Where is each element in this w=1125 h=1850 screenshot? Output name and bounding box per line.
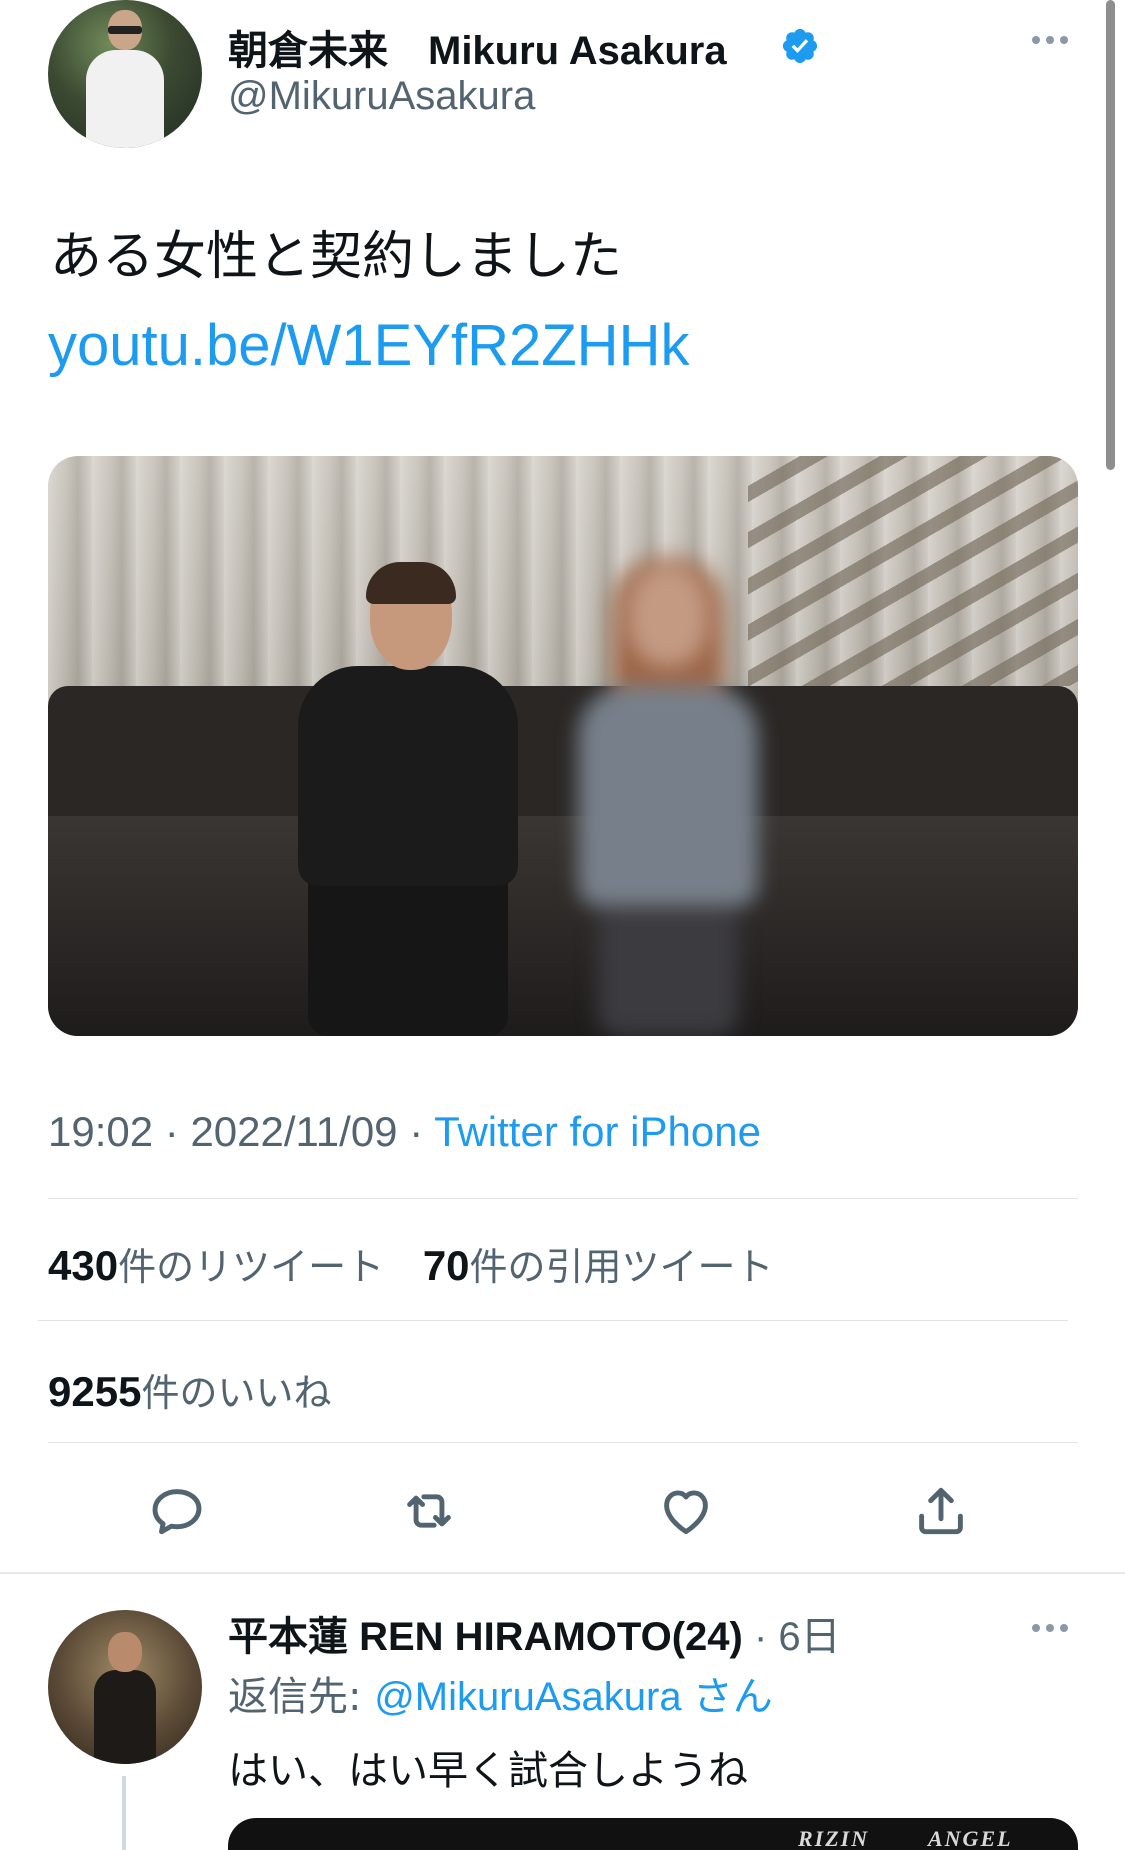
reply-to-prefix: 返信先:: [228, 1674, 375, 1720]
reply-author-name[interactable]: 平本蓮 REN HIRAMOTO(24): [228, 1615, 743, 1659]
tweet-time: 19:02: [48, 1108, 154, 1155]
quote-count: 70: [422, 1242, 470, 1289]
divider: [38, 1320, 1068, 1321]
like-count: 9255: [48, 1368, 142, 1415]
author-display-name[interactable]: 朝倉未来 Mikuru Asakura: [228, 18, 727, 76]
thread-line: [122, 1776, 126, 1850]
meta-separator: ·: [409, 1108, 424, 1155]
reply-to-suffix: さん: [681, 1675, 773, 1719]
reply-to-line: 返信先: @MikuruAsakura さん: [228, 1664, 773, 1722]
retweet-stats: 430件のリツイート 70件の引用ツイート: [48, 1236, 800, 1291]
more-options-icon[interactable]: [1028, 28, 1072, 52]
reply-author-name-row[interactable]: 平本蓮 REN HIRAMOTO(24) · 6日: [228, 1604, 841, 1662]
section-divider: [0, 1572, 1125, 1574]
author-avatar[interactable]: [48, 0, 202, 148]
media-logo-rizin: RIZIN: [798, 1826, 870, 1850]
like-stats[interactable]: 9255件のいいね: [48, 1362, 357, 1417]
media-sofa: [48, 686, 1078, 836]
meta-separator: ·: [164, 1108, 179, 1155]
tweet-link[interactable]: youtu.be/W1EYfR2ZHHk: [48, 312, 689, 379]
reply-time: · 6日: [753, 1615, 841, 1659]
reply-icon[interactable]: [146, 1480, 208, 1542]
retweet-count: 430: [48, 1242, 119, 1289]
retweet-label: 件のリツイート: [118, 1245, 385, 1289]
share-icon[interactable]: [910, 1480, 972, 1542]
retweet-count-link[interactable]: 430件のリツイート: [48, 1242, 423, 1290]
reply-to-mention[interactable]: @MikuruAsakura: [374, 1675, 681, 1719]
media-stairs: [748, 456, 1078, 686]
reply-more-options-icon[interactable]: [1028, 1616, 1072, 1640]
tweet-meta: 19:02 · 2022/11/09 · Twitter for iPhone: [48, 1108, 761, 1156]
tweet-date: 2022/11/09: [190, 1108, 398, 1155]
reply-author-avatar[interactable]: [48, 1610, 202, 1764]
verified-badge-icon: [782, 28, 818, 64]
author-handle[interactable]: @MikuruAsakura: [228, 74, 535, 119]
quote-label: 件の引用ツイート: [469, 1245, 774, 1289]
divider: [48, 1198, 1078, 1199]
scrollbar[interactable]: [1106, 0, 1115, 470]
reply-text: はい、はい早く試合しようね: [228, 1748, 748, 1794]
reply-media[interactable]: RIZIN ANGEL: [228, 1818, 1078, 1850]
tweet-source[interactable]: Twitter for iPhone: [434, 1108, 761, 1155]
media-person-blurred: [578, 558, 758, 1036]
tweet-video-thumbnail[interactable]: [48, 456, 1078, 1036]
heart-icon[interactable]: [655, 1480, 717, 1542]
media-logo-angel: ANGEL: [928, 1826, 1013, 1850]
retweet-icon[interactable]: [398, 1480, 460, 1542]
media-person-man: [298, 562, 518, 1036]
like-label: 件のいいね: [141, 1371, 332, 1415]
divider: [48, 1442, 1078, 1443]
quote-count-link[interactable]: 70件の引用ツイート: [422, 1242, 800, 1290]
tweet-text: ある女性と契約しました: [50, 227, 623, 287]
